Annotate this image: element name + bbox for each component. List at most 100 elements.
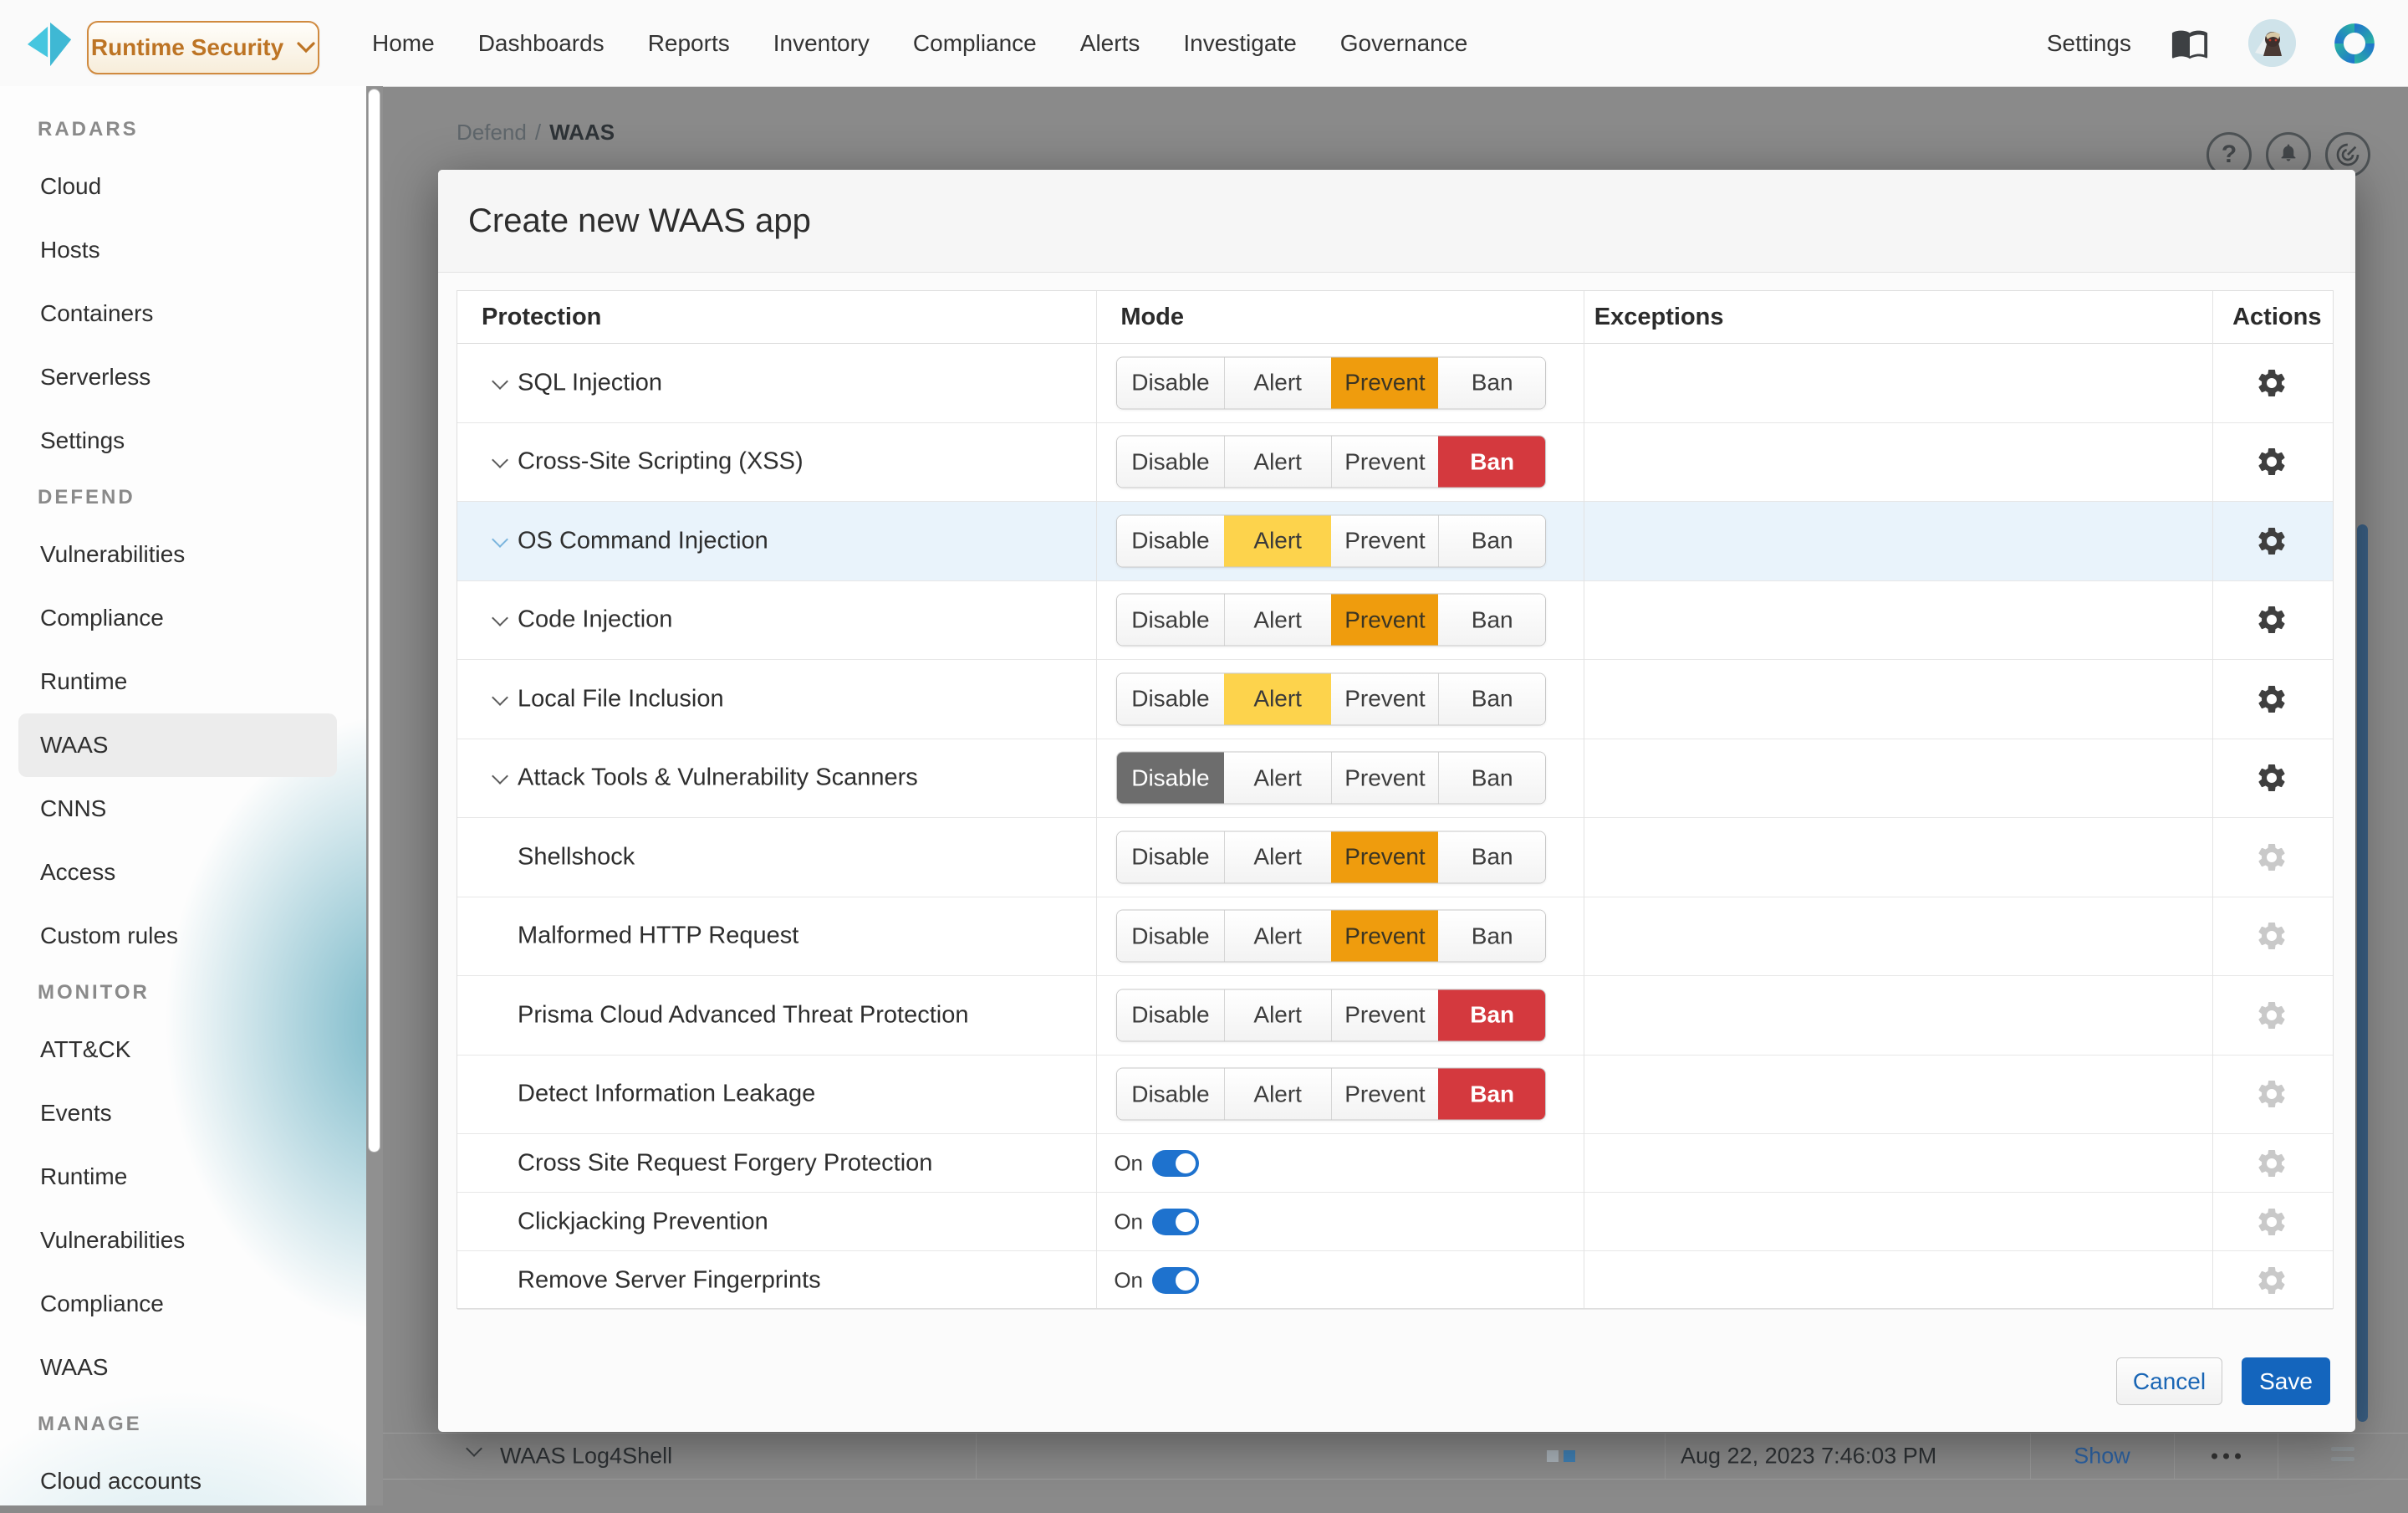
sidebar-item-monitor-runtime[interactable]: Runtime [0,1145,366,1209]
protection-label: SQL Injection [518,369,662,396]
expand-chevron-icon[interactable] [492,452,508,468]
sidebar-item-monitor-events[interactable]: Events [0,1081,366,1145]
gear-icon[interactable] [2255,524,2288,558]
waas-rule-row: WAAS Log4Shell Aug 22, 2023 7:46:03 PM S… [383,1433,2408,1480]
gear-icon [2255,999,2288,1032]
mode-ban-button[interactable]: Ban [1438,1069,1545,1120]
cancel-button[interactable]: Cancel [2116,1357,2222,1405]
mode-alert-button[interactable]: Alert [1224,831,1331,882]
save-button[interactable]: Save [2242,1357,2330,1405]
nav-link-governance[interactable]: Governance [1340,30,1468,57]
mode-ban-button[interactable]: Ban [1438,753,1545,804]
mode-prevent-button[interactable]: Prevent [1331,673,1438,724]
mode-disable-button[interactable]: Disable [1117,1069,1223,1120]
gear-icon[interactable] [2255,445,2288,478]
gear-icon[interactable] [2255,366,2288,400]
protection-label: Malformed HTTP Request [518,923,798,950]
mode-disable-button[interactable]: Disable [1117,831,1223,882]
mode-prevent-button[interactable]: Prevent [1331,911,1438,962]
sidebar-item-defend-runtime[interactable]: Runtime [0,650,366,713]
sidebar-item-monitor-waas[interactable]: WAAS [0,1336,366,1399]
sidebar-item-manage-cloud-accounts[interactable]: Cloud accounts [0,1449,366,1513]
mode-ban-button[interactable]: Ban [1438,515,1545,566]
sidebar-item-radars-serverless[interactable]: Serverless [0,345,366,409]
gear-icon[interactable] [2255,761,2288,795]
sidebar-item-monitor-compliance[interactable]: Compliance [0,1272,366,1336]
mode-prevent-button[interactable]: Prevent [1331,437,1438,488]
mode-disable-button[interactable]: Disable [1117,515,1223,566]
mode-ban-button[interactable]: Ban [1438,911,1545,962]
mode-prevent-button[interactable]: Prevent [1331,989,1438,1040]
toggle-switch[interactable] [1152,1150,1199,1177]
scrollbar-thumb[interactable] [368,89,380,1153]
mode-disable-button[interactable]: Disable [1117,989,1223,1040]
toggle-switch[interactable] [1152,1267,1199,1294]
mode-alert-button[interactable]: Alert [1224,753,1331,804]
user-avatar[interactable] [2248,19,2296,67]
settings-link[interactable]: Settings [2047,30,2131,57]
nav-link-alerts[interactable]: Alerts [1080,30,1140,57]
sidebar-item-defend-custom-rules[interactable]: Custom rules [0,904,366,968]
sidebar-item-monitor-att-ck[interactable]: ATT&CK [0,1018,366,1081]
mode-prevent-button[interactable]: Prevent [1331,753,1438,804]
product-switcher[interactable]: Runtime Security [87,21,319,74]
expand-chevron-icon[interactable] [492,610,508,626]
protection-row-code-injection: Code InjectionDisableAlertPreventBan [457,581,2333,661]
expand-chevron-icon[interactable] [492,531,508,548]
mode-prevent-button[interactable]: Prevent [1331,595,1438,646]
gear-icon[interactable] [2255,682,2288,716]
mode-prevent-button[interactable]: Prevent [1331,357,1438,408]
mode-prevent-button[interactable]: Prevent [1331,515,1438,566]
mode-prevent-button[interactable]: Prevent [1331,831,1438,882]
nav-link-reports[interactable]: Reports [648,30,730,57]
prisma-cloud-logo-icon[interactable] [2333,22,2376,65]
mode-alert-button[interactable]: Alert [1224,595,1331,646]
mode-ban-button[interactable]: Ban [1438,437,1545,488]
protection-cell: Clickjacking Prevention [457,1193,1095,1250]
expand-chevron-icon[interactable] [492,689,508,706]
nav-link-compliance[interactable]: Compliance [913,30,1037,57]
nav-link-investigate[interactable]: Investigate [1183,30,1296,57]
sidebar-item-defend-cnns[interactable]: CNNS [0,777,366,841]
toggle-switch[interactable] [1152,1209,1199,1235]
mode-disable-button[interactable]: Disable [1117,753,1223,804]
sidebar-item-radars-cloud[interactable]: Cloud [0,155,366,218]
exceptions-cell [1583,976,2211,1055]
mode-ban-button[interactable]: Ban [1438,595,1545,646]
mode-ban-button[interactable]: Ban [1438,673,1545,724]
mode-alert-button[interactable]: Alert [1224,1069,1331,1120]
mode-alert-button[interactable]: Alert [1224,989,1331,1040]
mode-ban-button[interactable]: Ban [1438,831,1545,882]
protection-cell: Detect Information Leakage [457,1056,1095,1134]
mode-ban-button[interactable]: Ban [1438,357,1545,408]
sidebar-item-defend-vulnerabilities[interactable]: Vulnerabilities [0,523,366,586]
sidebar-item-defend-access[interactable]: Access [0,841,366,904]
mode-disable-button[interactable]: Disable [1117,357,1223,408]
sidebar-scrollbar[interactable] [366,86,383,1505]
sidebar-item-radars-settings[interactable]: Settings [0,409,366,473]
mode-alert-button[interactable]: Alert [1224,673,1331,724]
mode-disable-button[interactable]: Disable [1117,437,1223,488]
mode-disable-button[interactable]: Disable [1117,673,1223,724]
sidebar-item-radars-hosts[interactable]: Hosts [0,218,366,282]
sidebar-item-radars-containers[interactable]: Containers [0,282,366,345]
nav-link-home[interactable]: Home [372,30,435,57]
mode-alert-button[interactable]: Alert [1224,515,1331,566]
nav-link-dashboards[interactable]: Dashboards [478,30,605,57]
sidebar-item-defend-waas[interactable]: WAAS [18,713,337,777]
mode-alert-button[interactable]: Alert [1224,437,1331,488]
mode-alert-button[interactable]: Alert [1224,911,1331,962]
nav-link-inventory[interactable]: Inventory [773,30,870,57]
mode-alert-button[interactable]: Alert [1224,357,1331,408]
expand-chevron-icon[interactable] [492,768,508,785]
expand-chevron-icon[interactable] [492,373,508,390]
sidebar-section-monitor: MONITOR [0,968,366,1018]
mode-prevent-button[interactable]: Prevent [1331,1069,1438,1120]
sidebar-item-monitor-vulnerabilities[interactable]: Vulnerabilities [0,1209,366,1272]
mode-disable-button[interactable]: Disable [1117,911,1223,962]
sidebar-item-defend-compliance[interactable]: Compliance [0,586,366,650]
docs-book-icon[interactable] [2168,22,2212,65]
gear-icon[interactable] [2255,603,2288,636]
mode-ban-button[interactable]: Ban [1438,989,1545,1040]
mode-disable-button[interactable]: Disable [1117,595,1223,646]
